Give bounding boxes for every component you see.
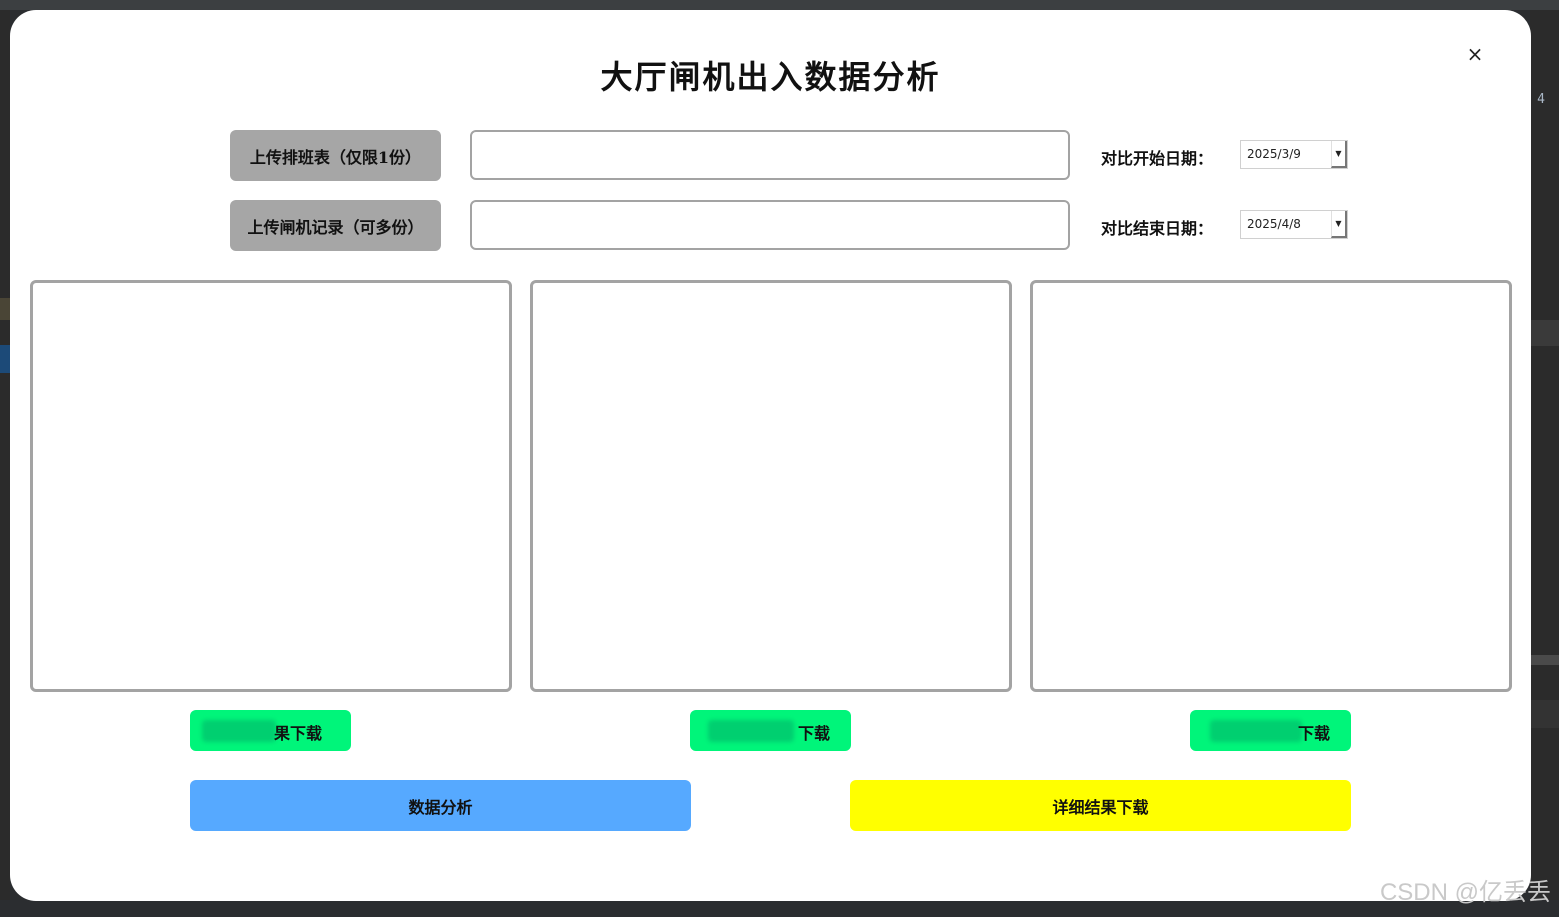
download-button-2[interactable]: 下载 xyxy=(690,710,851,751)
result-panel-1 xyxy=(30,280,512,692)
schedule-file-field[interactable] xyxy=(470,130,1070,180)
ide-left-highlight xyxy=(0,298,10,320)
upload-schedule-button[interactable]: 上传排班表（仅限1份） xyxy=(230,130,441,181)
ide-right-band xyxy=(1530,320,1559,346)
close-icon[interactable]: × xyxy=(1463,42,1487,66)
chevron-down-icon[interactable]: ▼ xyxy=(1331,141,1347,168)
result-panel-2 xyxy=(530,280,1012,692)
result-panel-3 xyxy=(1030,280,1512,692)
analyze-button[interactable]: 数据分析 xyxy=(190,780,691,831)
end-date-picker[interactable]: 2025/4/8 ▼ xyxy=(1240,210,1348,239)
ide-line-number: 4 xyxy=(1537,92,1545,107)
redacted-text xyxy=(708,720,794,742)
redacted-text xyxy=(1210,720,1302,742)
download-button-2-label: 下载 xyxy=(798,724,831,743)
download-button-1-label: 果下载 xyxy=(274,724,323,743)
dialog-title: 大厅闸机出入数据分析 xyxy=(600,58,941,96)
start-date-value: 2025/3/9 xyxy=(1247,147,1301,161)
ide-right-panel xyxy=(1530,10,1559,917)
upload-gate-records-button[interactable]: 上传闸机记录（可多份） xyxy=(230,200,441,251)
watermark: CSDN @亿丢丢 xyxy=(1379,879,1551,906)
chevron-down-icon[interactable]: ▼ xyxy=(1331,211,1347,238)
analysis-dialog: 大厅闸机出入数据分析 × 上传排班表（仅限1份） 对比开始日期： 2025/3/… xyxy=(10,10,1531,901)
ide-right-band xyxy=(1530,700,1559,728)
detail-download-button[interactable]: 详细结果下载 xyxy=(850,780,1351,831)
gate-records-file-field[interactable] xyxy=(470,200,1070,250)
ide-titlebar xyxy=(0,0,1559,10)
ide-left-panel xyxy=(0,10,10,917)
end-date-label: 对比结束日期： xyxy=(1101,219,1214,238)
start-date-label: 对比开始日期： xyxy=(1101,149,1214,168)
ide-bottom-bar xyxy=(0,900,1559,917)
ide-left-selection xyxy=(0,345,10,373)
start-date-picker[interactable]: 2025/3/9 ▼ xyxy=(1240,140,1348,169)
download-button-3[interactable]: 下载 xyxy=(1190,710,1351,751)
download-button-1[interactable]: 果下载 xyxy=(190,710,351,751)
ide-right-band xyxy=(1530,655,1559,665)
download-button-3-label: 下载 xyxy=(1298,724,1331,743)
end-date-value: 2025/4/8 xyxy=(1247,217,1301,231)
redacted-text xyxy=(202,720,276,742)
